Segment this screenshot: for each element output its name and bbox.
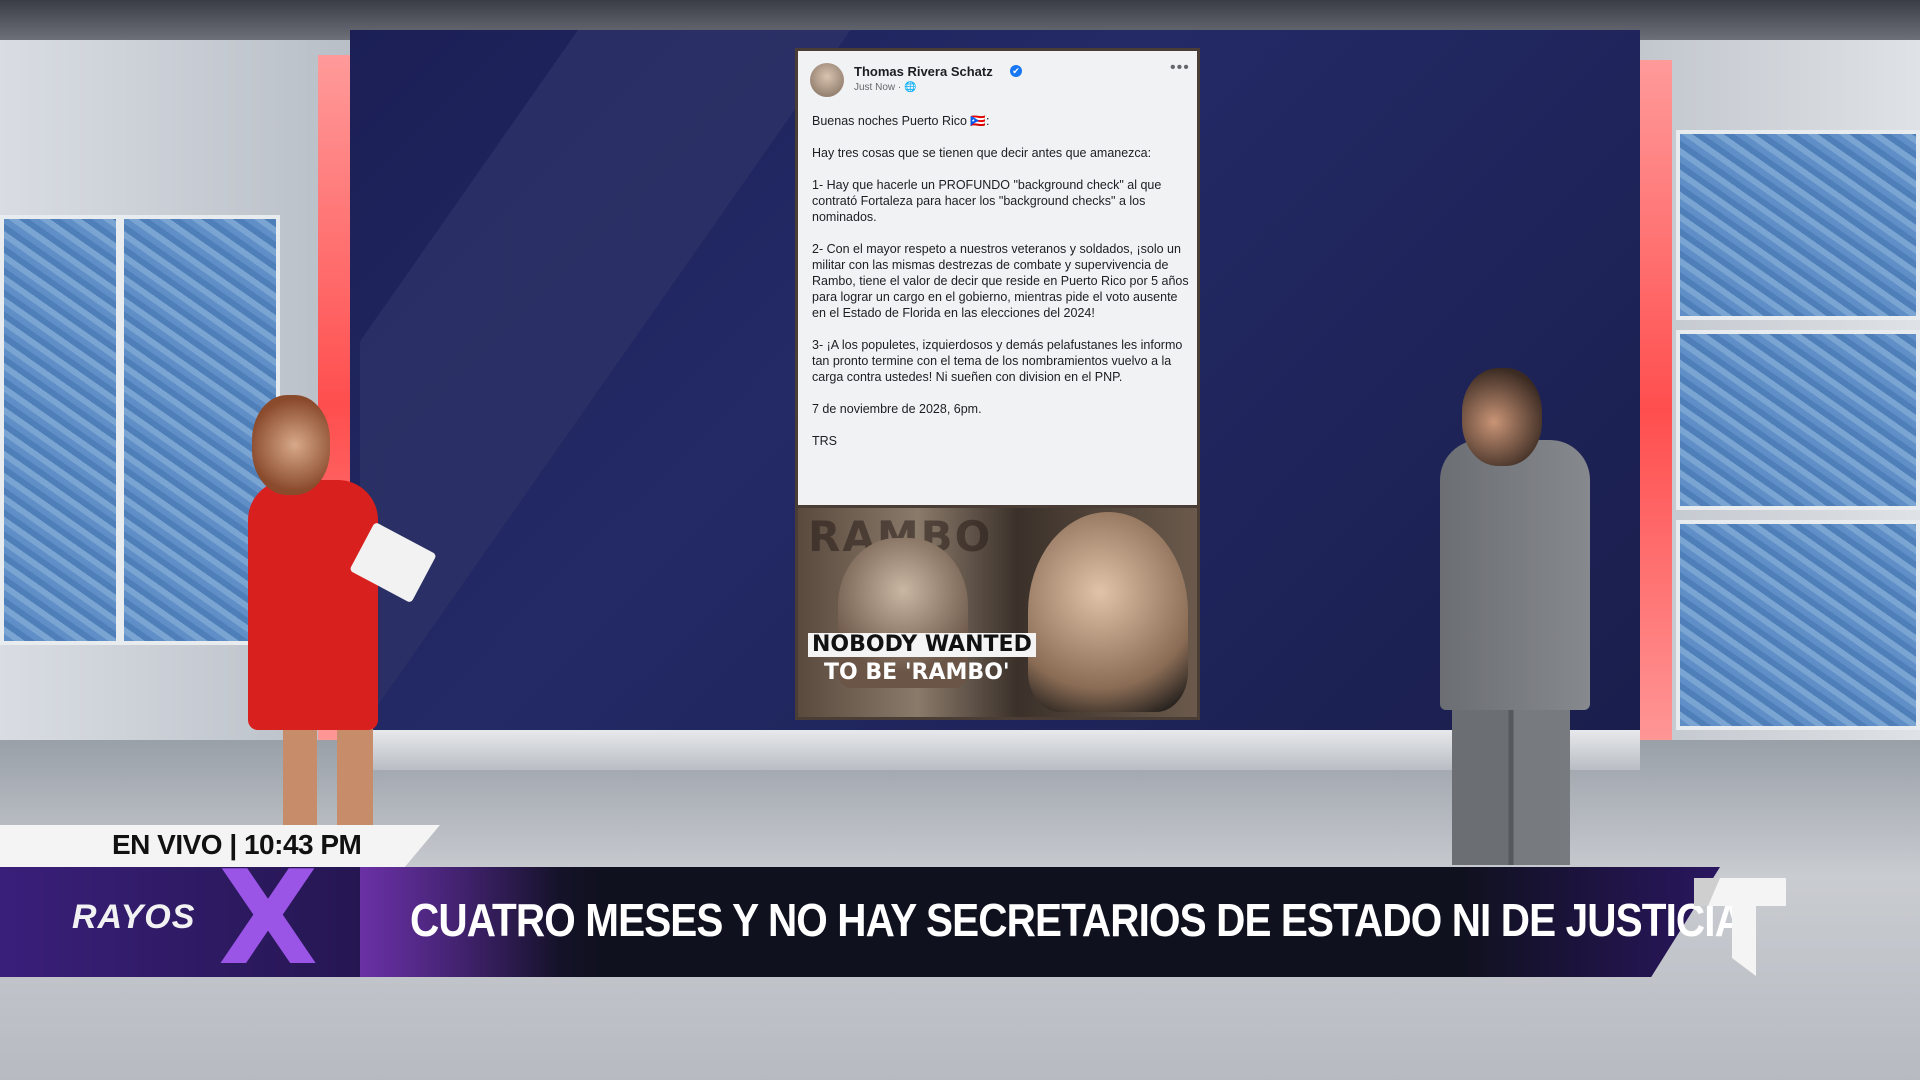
post-paragraph: Buenas noches Puerto Rico 🇵🇷: [812, 114, 990, 128]
post-author-name: Thomas Rivera Schatz [854, 64, 993, 79]
presenter-man [1440, 440, 1590, 710]
more-options-icon: ••• [1170, 59, 1190, 76]
image-figure-portrait [1028, 512, 1188, 712]
author-avatar [810, 63, 844, 97]
verified-badge-icon: ✔ [1010, 65, 1022, 77]
presenter-man-legs [1452, 705, 1570, 865]
post-image: RAMBO NOBODY WANTED TO BE 'RAMBO' [795, 508, 1200, 720]
post-paragraph: 7 de noviembre de 2028, 6pm. [812, 402, 982, 416]
post-paragraph: TRS [812, 434, 837, 448]
video-wall-base [350, 730, 1640, 770]
wall-panel-right-3 [1676, 520, 1920, 730]
post-timestamp: Just Now · 🌐 [854, 82, 917, 93]
wall-panel-right-2 [1676, 330, 1920, 510]
red-light-strip-right [1640, 60, 1672, 760]
wall-panel-left-1 [0, 215, 120, 645]
presenter-woman-head [252, 395, 330, 495]
presenter-woman-legs [283, 725, 373, 825]
post-paragraph: 1- Hay que hacerle un PROFUNDO "backgrou… [812, 178, 1162, 224]
show-logo-text: RAYOS [72, 898, 196, 936]
post-paragraph: 3- ¡A los populetes, izquierdosos y demá… [812, 338, 1183, 384]
presenter-woman [248, 480, 378, 730]
post-body: Buenas noches Puerto Rico 🇵🇷: Hay tres c… [812, 113, 1190, 465]
presenter-man-head [1462, 368, 1542, 466]
headline-text: CUATRO MESES Y NO HAY SECRETARIOS DE EST… [410, 894, 1744, 946]
social-post-card: Thomas Rivera Schatz ✔ Just Now · 🌐 ••• … [795, 48, 1200, 508]
post-paragraph: Hay tres cosas que se tienen que decir a… [812, 146, 1152, 160]
image-caption-line2: TO BE 'RAMBO' [824, 660, 1010, 685]
wall-panel-right-1 [1676, 130, 1920, 320]
telemundo-t-icon [1694, 878, 1786, 976]
post-paragraph: 2- Con el mayor respeto a nuestros veter… [812, 242, 1189, 320]
image-caption-line1: NOBODY WANTED [808, 633, 1036, 657]
show-logo-x-icon: X [218, 842, 319, 994]
